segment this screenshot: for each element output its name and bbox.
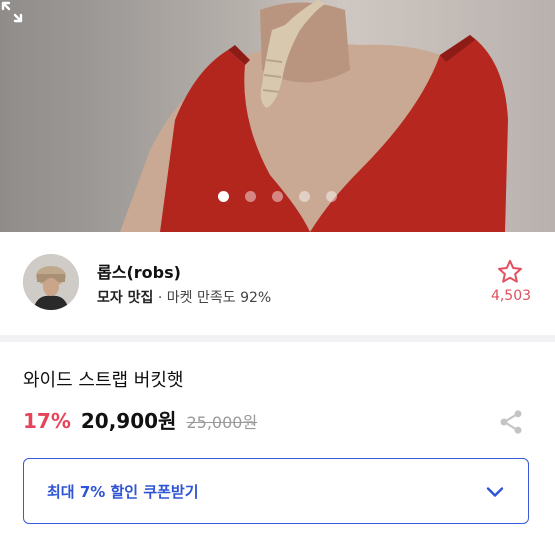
- sale-price: 20,900원: [80, 409, 177, 433]
- star-outline-icon[interactable]: [496, 258, 524, 286]
- coupon-button[interactable]: 최대 7% 할인 쿠폰받기: [23, 458, 529, 524]
- seller-avatar-image: [23, 254, 79, 310]
- expand-icon[interactable]: [0, 0, 24, 24]
- avatar[interactable]: [23, 254, 79, 310]
- favorite-count: 4,503: [490, 288, 532, 304]
- carousel-dot[interactable]: [218, 191, 229, 202]
- carousel-dot[interactable]: [326, 191, 337, 202]
- product-image-carousel[interactable]: [0, 0, 555, 232]
- carousel-dot[interactable]: [272, 191, 283, 202]
- carousel-indicator: [0, 191, 555, 205]
- coupon-label: 최대 7% 할인 쿠폰받기: [47, 483, 199, 501]
- seller-name[interactable]: 롭스(robs): [97, 259, 181, 283]
- carousel-dot[interactable]: [299, 191, 310, 202]
- seller-info: 모자 맛집 · 마켓 만족도 92%: [97, 287, 271, 307]
- seller-section[interactable]: [0, 232, 555, 336]
- price-row: 17% 20,900원 25,000원: [23, 405, 257, 434]
- product-title: 와이드 스트랩 버킷햇: [23, 370, 184, 391]
- discount-rate: 17%: [23, 409, 71, 433]
- section-divider: [0, 335, 555, 342]
- carousel-dot[interactable]: [245, 191, 256, 202]
- separator: ·: [157, 290, 163, 306]
- chevron-down-icon: [486, 487, 504, 497]
- share-icon[interactable]: [497, 408, 525, 436]
- original-price: 25,000원: [186, 413, 258, 432]
- seller-satisfaction: 마켓 만족도 92%: [166, 290, 272, 306]
- seller-shop-tag: 모자 맛집: [97, 290, 154, 306]
